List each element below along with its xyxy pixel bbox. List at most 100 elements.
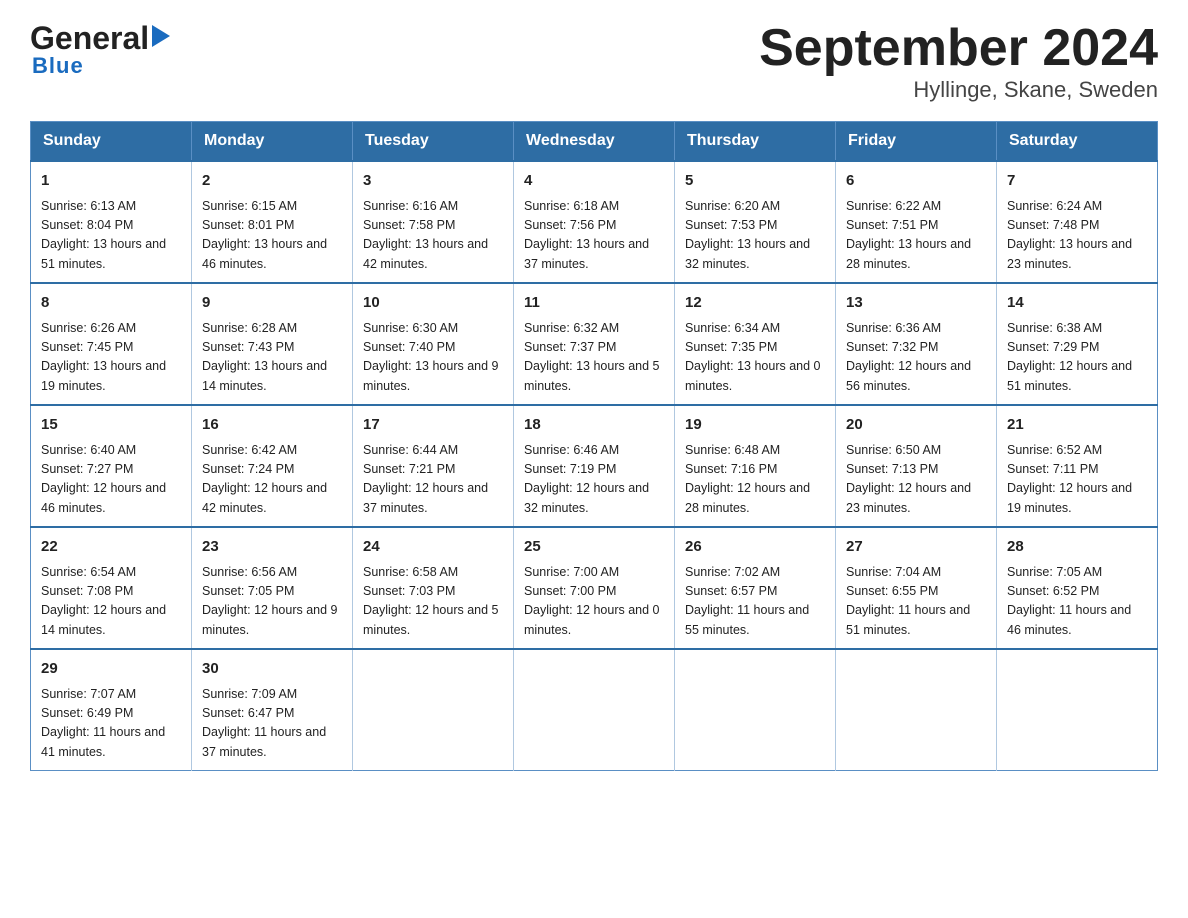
day-info: Sunrise: 6:58 AMSunset: 7:03 PMDaylight:… [363,563,503,641]
day-number: 14 [1007,292,1147,315]
day-number: 16 [202,414,342,437]
day-info: Sunrise: 6:46 AMSunset: 7:19 PMDaylight:… [524,441,664,519]
day-number: 15 [41,414,181,437]
calendar-cell: 19Sunrise: 6:48 AMSunset: 7:16 PMDayligh… [675,405,836,527]
calendar-week-4: 22 Sunrise: 6:54 AMSunset: 7:08 PMDayligh… [31,527,1158,649]
day-number: 12 [685,292,825,315]
calendar-cell: 30 Sunrise: 7:09 AMSunset: 6:47 PMDayligh… [192,649,353,771]
day-number: 9 [202,292,342,315]
logo-general-text: General [30,20,149,57]
calendar-cell: 7 Sunrise: 6:24 AMSunset: 7:48 PMDaylight… [997,161,1158,283]
day-number: 24 [363,536,503,559]
day-info: Sunrise: 7:02 AMSunset: 6:57 PMDaylight:… [685,563,825,641]
day-number: 23 [202,536,342,559]
day-info: Sunrise: 6:15 AMSunset: 8:01 PMDaylight:… [202,197,342,275]
calendar-cell: 3 Sunrise: 6:16 AMSunset: 7:58 PMDaylight… [353,161,514,283]
logo-blue-text: Blue [32,53,84,79]
calendar-week-5: 29Sunrise: 7:07 AMSunset: 6:49 PMDayligh… [31,649,1158,771]
calendar-cell: 1Sunrise: 6:13 AMSunset: 8:04 PMDaylight… [31,161,192,283]
logo-triangle-icon [152,25,170,52]
day-number: 5 [685,170,825,193]
calendar-cell [675,649,836,771]
weekday-header-friday: Friday [836,122,997,162]
calendar-cell: 11 Sunrise: 6:32 AMSunset: 7:37 PMDayligh… [514,283,675,405]
calendar-cell: 21Sunrise: 6:52 AMSunset: 7:11 PMDayligh… [997,405,1158,527]
day-info: Sunrise: 6:44 AMSunset: 7:21 PMDaylight:… [363,441,503,519]
calendar-cell: 22 Sunrise: 6:54 AMSunset: 7:08 PMDayligh… [31,527,192,649]
weekday-header-sunday: Sunday [31,122,192,162]
day-info: Sunrise: 6:36 AMSunset: 7:32 PMDaylight:… [846,319,986,397]
calendar-header-row: SundayMondayTuesdayWednesdayThursdayFrid… [31,122,1158,162]
calendar-cell: 20 Sunrise: 6:50 AMSunset: 7:13 PMDayligh… [836,405,997,527]
calendar-cell: 15Sunrise: 6:40 AMSunset: 7:27 PMDayligh… [31,405,192,527]
calendar-cell: 5 Sunrise: 6:20 AMSunset: 7:53 PMDaylight… [675,161,836,283]
weekday-header-saturday: Saturday [997,122,1158,162]
calendar-cell: 24 Sunrise: 6:58 AMSunset: 7:03 PMDayligh… [353,527,514,649]
day-info: Sunrise: 6:28 AMSunset: 7:43 PMDaylight:… [202,319,342,397]
calendar-table: SundayMondayTuesdayWednesdayThursdayFrid… [30,121,1158,771]
day-number: 27 [846,536,986,559]
day-info: Sunrise: 6:54 AMSunset: 7:08 PMDaylight:… [41,563,181,641]
day-number: 10 [363,292,503,315]
day-info: Sunrise: 6:18 AMSunset: 7:56 PMDaylight:… [524,197,664,275]
calendar-cell: 4 Sunrise: 6:18 AMSunset: 7:56 PMDaylight… [514,161,675,283]
day-number: 17 [363,414,503,437]
calendar-cell [997,649,1158,771]
calendar-cell: 29Sunrise: 7:07 AMSunset: 6:49 PMDayligh… [31,649,192,771]
calendar-title: September 2024 [759,20,1158,77]
day-info: Sunrise: 6:56 AMSunset: 7:05 PMDaylight:… [202,563,342,641]
weekday-header-tuesday: Tuesday [353,122,514,162]
day-info: Sunrise: 6:32 AMSunset: 7:37 PMDaylight:… [524,319,664,397]
day-info: Sunrise: 6:26 AMSunset: 7:45 PMDaylight:… [41,319,181,397]
weekday-header-monday: Monday [192,122,353,162]
logo: General [30,20,170,57]
weekday-header-thursday: Thursday [675,122,836,162]
day-info: Sunrise: 7:04 AMSunset: 6:55 PMDaylight:… [846,563,986,641]
day-number: 21 [1007,414,1147,437]
day-number: 1 [41,170,181,193]
calendar-cell: 16Sunrise: 6:42 AMSunset: 7:24 PMDayligh… [192,405,353,527]
calendar-week-3: 15Sunrise: 6:40 AMSunset: 7:27 PMDayligh… [31,405,1158,527]
calendar-cell: 28Sunrise: 7:05 AMSunset: 6:52 PMDayligh… [997,527,1158,649]
day-number: 22 [41,536,181,559]
day-number: 8 [41,292,181,315]
day-info: Sunrise: 6:24 AMSunset: 7:48 PMDaylight:… [1007,197,1147,275]
day-number: 26 [685,536,825,559]
day-number: 11 [524,292,664,315]
calendar-cell: 14 Sunrise: 6:38 AMSunset: 7:29 PMDayligh… [997,283,1158,405]
day-number: 30 [202,658,342,681]
day-info: Sunrise: 7:09 AMSunset: 6:47 PMDaylight:… [202,685,342,763]
day-info: Sunrise: 6:50 AMSunset: 7:13 PMDaylight:… [846,441,986,519]
day-number: 25 [524,536,664,559]
day-info: Sunrise: 6:38 AMSunset: 7:29 PMDaylight:… [1007,319,1147,397]
day-number: 20 [846,414,986,437]
calendar-cell [836,649,997,771]
day-info: Sunrise: 6:30 AMSunset: 7:40 PMDaylight:… [363,319,503,397]
logo-area: General Blue [30,20,170,79]
day-number: 29 [41,658,181,681]
day-number: 4 [524,170,664,193]
calendar-cell: 9 Sunrise: 6:28 AMSunset: 7:43 PMDaylight… [192,283,353,405]
calendar-cell: 13 Sunrise: 6:36 AMSunset: 7:32 PMDayligh… [836,283,997,405]
day-info: Sunrise: 6:34 AMSunset: 7:35 PMDaylight:… [685,319,825,397]
calendar-cell: 23 Sunrise: 6:56 AMSunset: 7:05 PMDayligh… [192,527,353,649]
title-area: September 2024 Hyllinge, Skane, Sweden [759,20,1158,103]
day-info: Sunrise: 6:22 AMSunset: 7:51 PMDaylight:… [846,197,986,275]
day-number: 19 [685,414,825,437]
day-number: 2 [202,170,342,193]
day-number: 3 [363,170,503,193]
calendar-cell: 10 Sunrise: 6:30 AMSunset: 7:40 PMDayligh… [353,283,514,405]
calendar-cell: 6 Sunrise: 6:22 AMSunset: 7:51 PMDaylight… [836,161,997,283]
calendar-week-1: 1Sunrise: 6:13 AMSunset: 8:04 PMDaylight… [31,161,1158,283]
calendar-cell: 18Sunrise: 6:46 AMSunset: 7:19 PMDayligh… [514,405,675,527]
calendar-cell [514,649,675,771]
day-info: Sunrise: 6:16 AMSunset: 7:58 PMDaylight:… [363,197,503,275]
calendar-cell: 8 Sunrise: 6:26 AMSunset: 7:45 PMDaylight… [31,283,192,405]
calendar-cell: 2 Sunrise: 6:15 AMSunset: 8:01 PMDaylight… [192,161,353,283]
day-number: 6 [846,170,986,193]
day-number: 7 [1007,170,1147,193]
header: General Blue September 2024 Hyllinge, Sk… [30,20,1158,103]
day-number: 13 [846,292,986,315]
day-info: Sunrise: 6:20 AMSunset: 7:53 PMDaylight:… [685,197,825,275]
calendar-subtitle: Hyllinge, Skane, Sweden [759,77,1158,103]
